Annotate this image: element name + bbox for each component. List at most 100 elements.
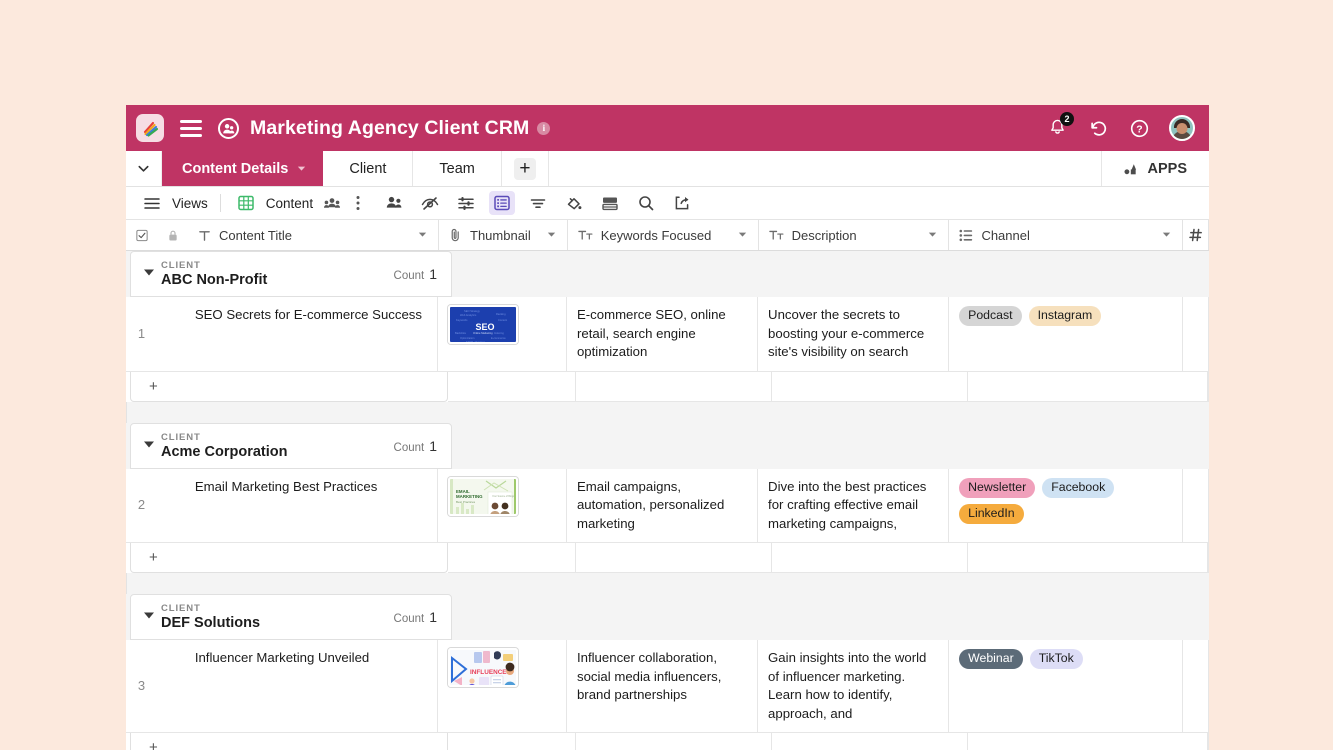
cell-thumbnail[interactable]: EMAIL MARKETING Best Practices Your Sour…	[438, 468, 567, 543]
page-title: Marketing Agency Client CRM	[250, 116, 530, 139]
channel-tag[interactable]: Instagram	[1028, 306, 1102, 326]
tab-team[interactable]: Team	[413, 151, 502, 186]
cell-number[interactable]	[1182, 640, 1209, 733]
row-height-icon[interactable]	[489, 191, 516, 215]
table-row[interactable]: 3 Influencer Marketing Unveiled INFLUENC…	[126, 640, 1209, 733]
cell-thumbnail[interactable]: SEO Strategy Web Analytics Ranking Keyword…	[438, 297, 567, 372]
table-row[interactable]: 2 Email Marketing Best Practices EMAIL M…	[126, 468, 1209, 543]
apps-button[interactable]: APPS	[1102, 151, 1210, 186]
cell-keywords-focused[interactable]: E-commerce SEO, online retail, search en…	[566, 297, 759, 372]
group-count-label: Count	[393, 441, 425, 454]
group-block: CLIENT DEF Solutions Count 1 3 Influencer…	[126, 594, 1209, 750]
column-header-number[interactable]	[1183, 220, 1209, 250]
channel-tag[interactable]: Facebook	[1042, 477, 1115, 498]
tab-label: Team	[439, 160, 475, 177]
kebab-menu-icon[interactable]	[345, 191, 371, 215]
current-view-button[interactable]: Content	[233, 191, 313, 215]
grid-column-headers: Content Title Thumbnail Keywords Focused…	[126, 220, 1209, 251]
info-icon[interactable]: i	[537, 121, 551, 135]
email-marketing-thumbnail[interactable]: EMAIL MARKETING Best Practices Your Sour…	[448, 476, 519, 516]
add-record-row[interactable]: +	[126, 733, 1209, 750]
hamburger-menu-icon[interactable]	[180, 119, 202, 137]
sort-lines-icon[interactable]	[525, 191, 551, 215]
cell-description[interactable]: Uncover the secrets to boosting your e-c…	[758, 297, 950, 372]
svg-text:SEO Strategy: SEO Strategy	[464, 309, 481, 313]
workspace-people-icon[interactable]	[218, 117, 239, 139]
tab-content-details[interactable]: Content Details	[162, 151, 324, 186]
cell-content-title[interactable]: SEO Secrets for E-commerce Success	[186, 297, 439, 372]
column-label: Thumbnail	[470, 227, 531, 243]
cell-keywords-focused[interactable]: Influencer collaboration, social media i…	[566, 640, 759, 733]
add-record-button[interactable]: +	[130, 543, 448, 573]
cell-content-title[interactable]: Influencer Marketing Unveiled	[186, 640, 439, 733]
cell-keywords-focused[interactable]: Email campaigns, automation, personalize…	[566, 468, 759, 543]
bell-icon[interactable]: 2	[1046, 112, 1074, 139]
column-header-keywords-focused[interactable]: Keywords Focused	[568, 220, 759, 250]
group-collapse-caret-icon[interactable]	[143, 268, 161, 280]
channel-tag[interactable]: Podcast	[959, 306, 1022, 326]
tab-client[interactable]: Client	[323, 151, 414, 186]
caret-down-icon[interactable]	[546, 228, 557, 243]
cell-number[interactable]	[1182, 297, 1209, 372]
add-record-row[interactable]: +	[126, 543, 1209, 573]
user-avatar[interactable]	[1169, 115, 1195, 141]
caret-down-icon[interactable]	[927, 228, 938, 243]
filter-sliders-icon[interactable]	[453, 191, 479, 215]
collaborators-icon[interactable]	[319, 191, 345, 215]
app-logo-icon[interactable]	[136, 114, 164, 142]
caret-down-icon[interactable]	[1161, 228, 1172, 243]
caret-down-icon[interactable]	[417, 228, 428, 243]
cell-channel[interactable]: Newsletter Facebook LinkedIn	[949, 468, 1183, 543]
share-export-icon[interactable]	[669, 191, 695, 215]
group-collapse-caret-icon[interactable]	[143, 440, 161, 452]
history-undo-icon[interactable]	[1087, 117, 1109, 139]
group-spacer	[126, 573, 1209, 594]
search-icon[interactable]	[633, 191, 659, 215]
help-question-icon[interactable]: ?	[1128, 117, 1150, 139]
column-header-description[interactable]: Description	[759, 220, 950, 250]
cell-content-title[interactable]: Email Marketing Best Practices	[186, 468, 439, 543]
row-lock-spacer	[157, 469, 187, 543]
tab-label: Content Details	[182, 160, 289, 177]
group-collapse-caret-icon[interactable]	[143, 611, 161, 623]
caret-down-icon[interactable]	[737, 228, 748, 243]
channel-tag[interactable]: Newsletter	[959, 477, 1036, 498]
table-row[interactable]: 1 SEO Secrets for E-commerce Success SEO…	[126, 297, 1209, 372]
group-block: CLIENT Acme Corporation Count 1 2 Email M…	[126, 422, 1209, 573]
add-record-row[interactable]: +	[126, 371, 1209, 402]
cell-description[interactable]: Dive into the best practices for craftin…	[758, 468, 950, 543]
add-record-button[interactable]: +	[130, 371, 448, 402]
channel-tag-list: Newsletter Facebook LinkedIn	[959, 477, 1172, 524]
group-rows-icon[interactable]	[597, 191, 623, 215]
add-people-icon[interactable]	[381, 191, 407, 215]
svg-text:Web Analytics: Web Analytics	[460, 313, 477, 317]
select-all-checkbox[interactable]	[126, 220, 158, 250]
column-header-content-title[interactable]: Content Title	[188, 220, 440, 250]
multi-select-icon	[959, 229, 973, 242]
channel-tag[interactable]: LinkedIn	[959, 503, 1024, 524]
cell-channel[interactable]: Webinar TikTok	[949, 640, 1183, 733]
cell-thumbnail[interactable]: INFLUENCER	[438, 640, 567, 733]
cell-number[interactable]	[1182, 468, 1209, 543]
views-button[interactable]: Views	[139, 191, 208, 215]
column-label: Content Title	[219, 227, 292, 243]
apps-grid-icon	[1123, 163, 1136, 174]
column-header-channel[interactable]: Channel	[949, 220, 1183, 250]
channel-tag[interactable]: Webinar	[959, 649, 1023, 669]
eye-slash-icon[interactable]	[417, 191, 443, 215]
column-label: Keywords Focused	[600, 227, 712, 243]
column-header-thumbnail[interactable]: Thumbnail	[439, 220, 568, 250]
chevron-down-icon[interactable]	[126, 151, 162, 186]
svg-text:Your Source of Blogs: Your Source of Blogs	[492, 495, 515, 498]
color-fill-icon[interactable]	[561, 191, 587, 215]
group-header[interactable]: CLIENT ABC Non-Profit Count 1	[130, 251, 452, 297]
add-tab-button[interactable]: +	[502, 151, 549, 186]
channel-tag[interactable]: TikTok	[1029, 649, 1083, 669]
cell-channel[interactable]: Podcast Instagram	[949, 297, 1183, 372]
seo-word-cloud-thumbnail[interactable]: SEO Strategy Web Analytics Ranking Keyword…	[448, 305, 519, 344]
group-header[interactable]: CLIENT Acme Corporation Count 1	[130, 422, 452, 469]
add-record-button[interactable]: +	[130, 733, 448, 750]
group-header[interactable]: CLIENT DEF Solutions Count 1	[130, 594, 452, 640]
cell-description[interactable]: Gain insights into the world of influenc…	[758, 640, 950, 733]
influencer-marketing-thumbnail[interactable]: INFLUENCER	[448, 648, 519, 687]
